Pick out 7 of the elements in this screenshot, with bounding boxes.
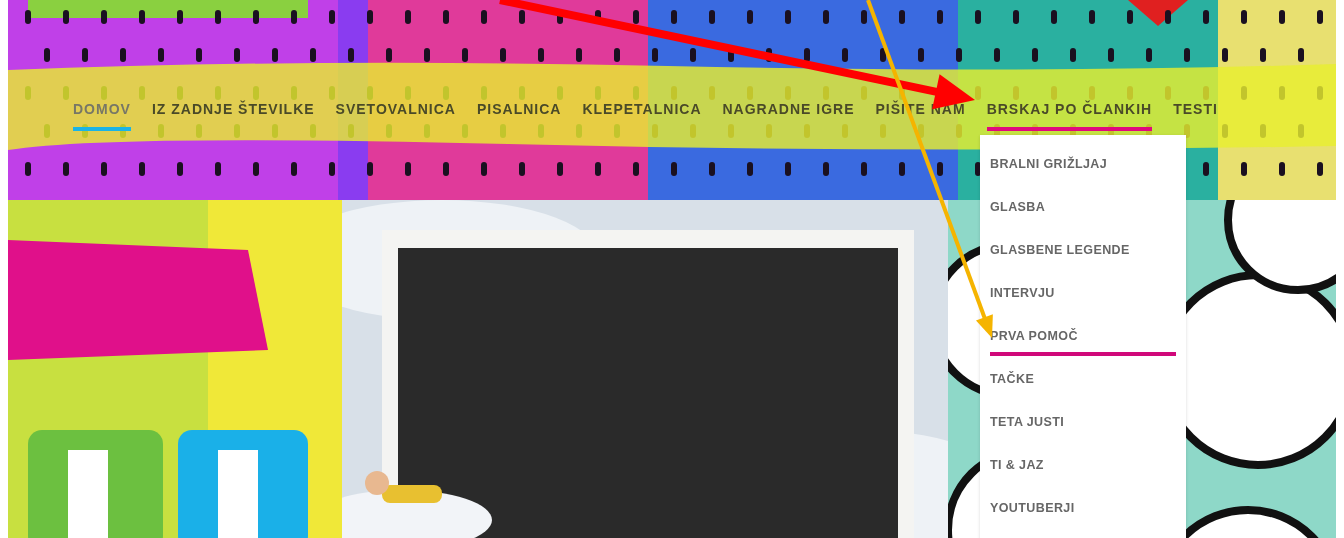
menu-item[interactable]: TETA JUSTI: [980, 414, 1186, 457]
menu-item[interactable]: GLASBA: [980, 199, 1186, 242]
menu-item[interactable]: INTERVJU: [980, 285, 1186, 328]
menu-item[interactable]: GLASBENE LEGENDE: [980, 242, 1186, 285]
menu-item[interactable]: TI & JAZ: [980, 457, 1186, 500]
menu-item[interactable]: TAČKE: [980, 371, 1186, 414]
menu-item[interactable]: YOUTUBERJI: [980, 500, 1186, 538]
